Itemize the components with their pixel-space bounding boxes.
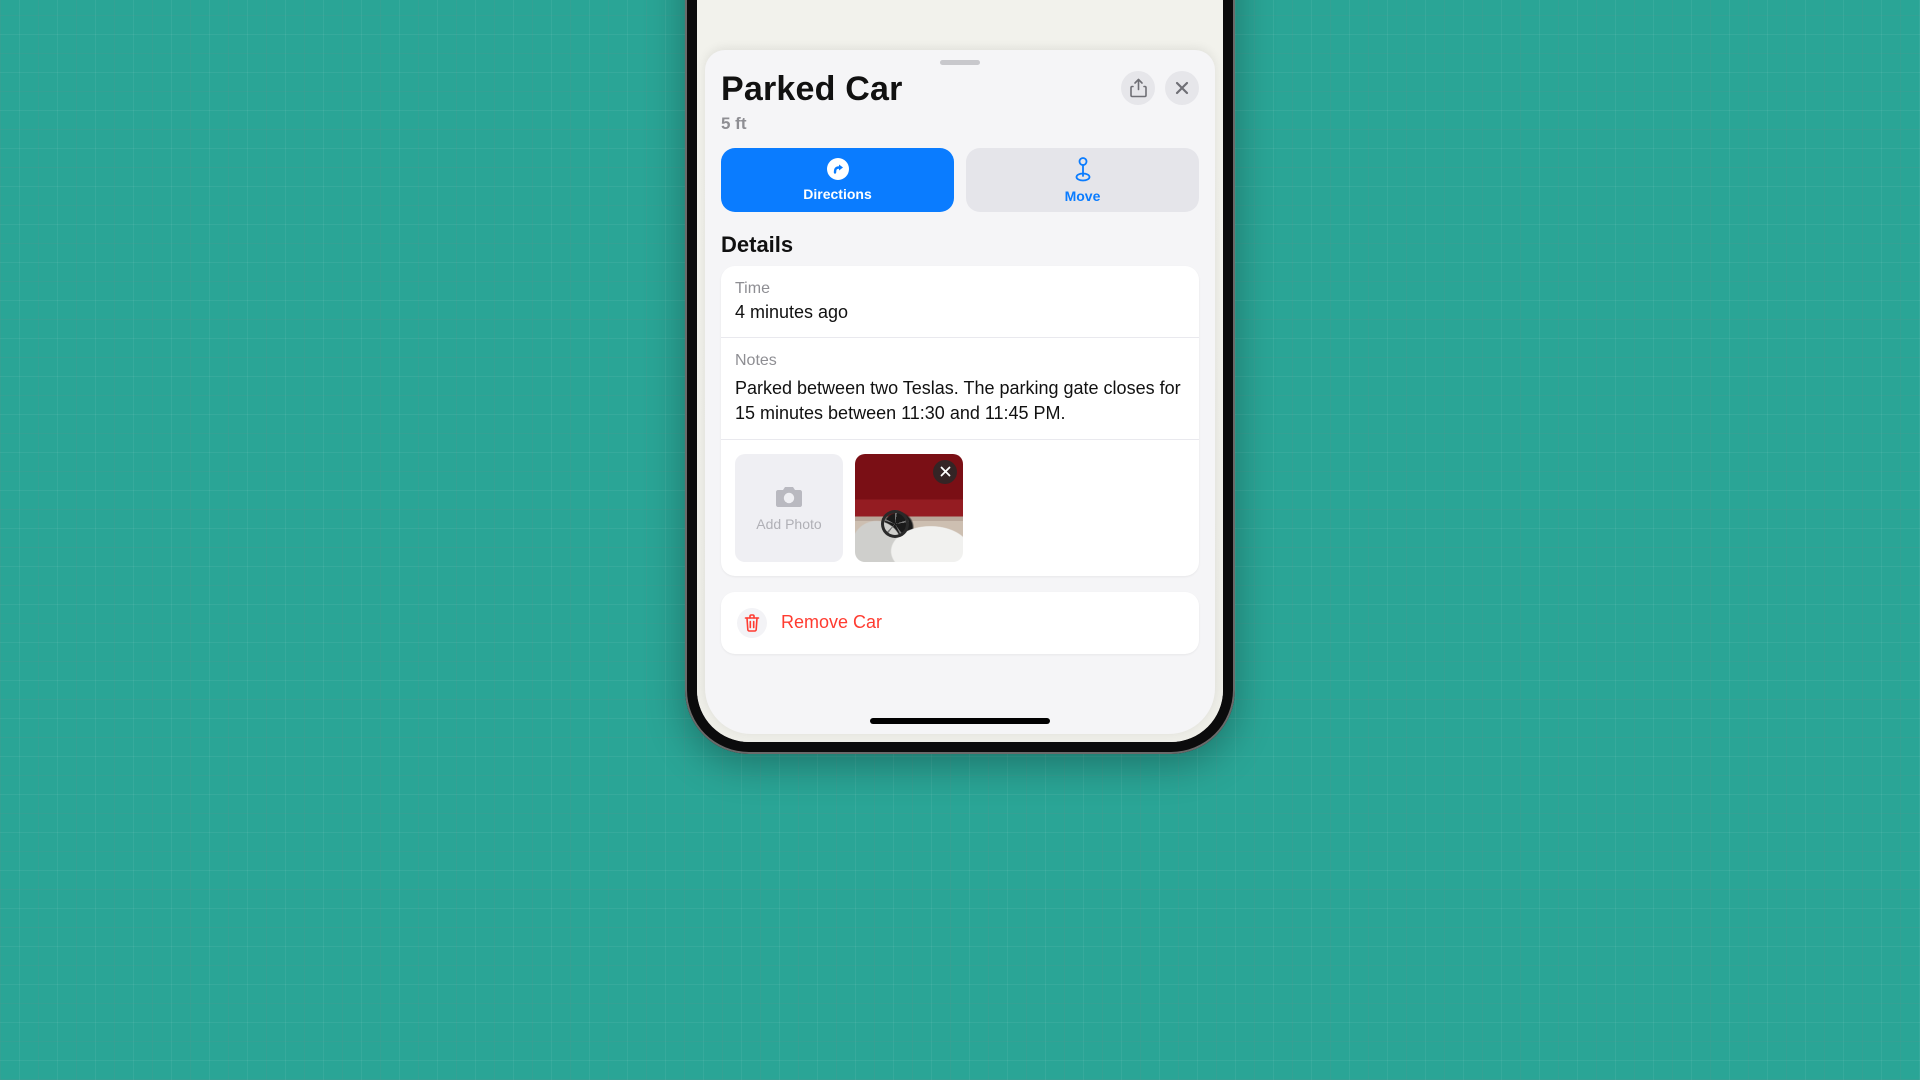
move-label: Move (1065, 188, 1101, 204)
details-card: Time 4 minutes ago Notes Parked between … (721, 266, 1199, 576)
time-row: Time 4 minutes ago (721, 266, 1199, 338)
directions-icon (827, 158, 849, 180)
directions-button[interactable]: Directions (721, 148, 954, 212)
sheet-grabber[interactable] (940, 60, 980, 65)
time-label: Time (735, 280, 1185, 298)
remove-car-button[interactable]: Remove Car (721, 592, 1199, 654)
move-button[interactable]: Move (966, 148, 1199, 212)
details-heading: Details (721, 232, 1199, 258)
stage: Parked Car 5 ft (232, 0, 1688, 816)
photo-illustration (881, 510, 909, 538)
trash-icon (744, 614, 760, 632)
share-button[interactable] (1121, 71, 1155, 105)
sheet-header: Parked Car 5 ft (721, 71, 1199, 134)
delete-photo-button[interactable] (933, 460, 957, 484)
parked-car-photo-thumbnail[interactable] (855, 454, 963, 562)
photo-row: Add Photo (721, 440, 1199, 576)
move-pin-icon (1072, 156, 1094, 182)
close-icon (1175, 81, 1189, 95)
remove-car-label: Remove Car (781, 612, 882, 633)
parked-car-sheet: Parked Car 5 ft (705, 50, 1215, 734)
sheet-title: Parked Car (721, 71, 1111, 108)
camera-icon (774, 484, 804, 508)
share-icon (1130, 78, 1147, 98)
distance-label: 5 ft (721, 114, 1111, 134)
action-row: Directions Move (721, 148, 1199, 212)
time-value: 4 minutes ago (735, 302, 1185, 323)
title-block: Parked Car 5 ft (721, 71, 1111, 134)
close-icon (940, 466, 951, 477)
phone-screen: Parked Car 5 ft (697, 0, 1223, 742)
notes-row[interactable]: Notes Parked between two Teslas. The par… (721, 338, 1199, 440)
notes-value: Parked between two Teslas. The parking g… (735, 376, 1185, 425)
directions-label: Directions (803, 186, 871, 202)
phone-frame: Parked Car 5 ft (685, 0, 1235, 754)
home-indicator[interactable] (870, 718, 1050, 724)
add-photo-label: Add Photo (756, 516, 821, 532)
trash-icon-pill (737, 608, 767, 638)
notes-label: Notes (735, 352, 1185, 370)
remove-car-card: Remove Car (721, 592, 1199, 654)
add-photo-button[interactable]: Add Photo (735, 454, 843, 562)
close-button[interactable] (1165, 71, 1199, 105)
sheet-content: Parked Car 5 ft (705, 71, 1215, 654)
